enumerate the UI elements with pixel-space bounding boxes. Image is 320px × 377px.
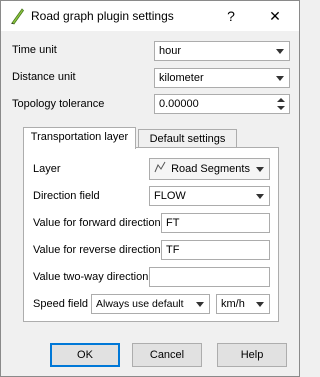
- layer-value: Road Segments: [171, 163, 250, 175]
- distance-unit-combo[interactable]: kilometer: [154, 68, 290, 88]
- forward-direction-input[interactable]: FT: [161, 213, 270, 233]
- layer-label: Layer: [33, 163, 61, 175]
- speed-field-value: Always use default: [96, 298, 184, 310]
- topology-tolerance-spinbox[interactable]: 0.00000: [154, 94, 290, 114]
- two-way-direction-input[interactable]: [149, 267, 270, 287]
- speed-field-combo[interactable]: Always use default: [91, 294, 210, 314]
- speed-field-label: Speed field: [33, 298, 89, 310]
- close-icon[interactable]: ✕: [261, 4, 289, 28]
- forward-direction-label: Value for forward direction: [33, 217, 161, 229]
- two-way-direction-label: Value two-way direction: [33, 271, 149, 283]
- window-title: Road graph plugin settings: [31, 9, 174, 23]
- time-unit-label: Time unit: [12, 44, 57, 56]
- chevron-down-icon: [196, 302, 204, 307]
- direction-field-combo[interactable]: FLOW: [149, 186, 270, 206]
- topology-tolerance-label: Topology tolerance: [12, 98, 105, 110]
- forward-direction-value: FT: [166, 217, 180, 229]
- reverse-direction-value: TF: [166, 244, 180, 256]
- distance-unit-label: Distance unit: [12, 71, 76, 83]
- speed-unit-combo[interactable]: km/h: [216, 294, 270, 314]
- tab-default-settings[interactable]: Default settings: [138, 129, 237, 149]
- spin-up-icon[interactable]: [277, 98, 285, 102]
- help-question-button[interactable]: ?: [217, 4, 245, 28]
- line-layer-icon: [154, 161, 166, 173]
- distance-unit-value: kilometer: [159, 72, 204, 84]
- title-bar: Road graph plugin settings ? ✕: [1, 1, 299, 31]
- tab-label: Transportation layer: [30, 131, 129, 143]
- tab-label: Default settings: [149, 133, 226, 145]
- chevron-down-icon: [256, 167, 264, 172]
- chevron-down-icon: [276, 76, 284, 81]
- chevron-down-icon: [276, 49, 284, 54]
- ok-button[interactable]: OK: [50, 343, 120, 367]
- qgis-pen-icon: [11, 8, 25, 25]
- help-button[interactable]: Help: [217, 343, 287, 367]
- time-unit-value: hour: [159, 45, 182, 57]
- spin-down-icon[interactable]: [277, 106, 285, 110]
- direction-field-value: FLOW: [154, 190, 186, 202]
- chevron-down-icon: [256, 194, 264, 199]
- reverse-direction-input[interactable]: TF: [161, 240, 270, 260]
- time-unit-combo[interactable]: hour: [154, 41, 290, 61]
- settings-dialog: Road graph plugin settings ? ✕ Time unit…: [0, 0, 300, 377]
- tab-transportation-layer[interactable]: Transportation layer: [23, 127, 136, 149]
- topology-tolerance-value: 0.00000: [159, 98, 199, 110]
- speed-unit-value: km/h: [221, 298, 245, 310]
- reverse-direction-label: Value for reverse direction: [33, 244, 161, 256]
- transportation-layer-panel: Layer Road Segments Direction field FLOW…: [23, 147, 279, 322]
- cancel-button[interactable]: Cancel: [132, 343, 202, 367]
- direction-field-label: Direction field: [33, 190, 100, 202]
- layer-combo[interactable]: Road Segments: [149, 158, 270, 180]
- chevron-down-icon: [256, 302, 264, 307]
